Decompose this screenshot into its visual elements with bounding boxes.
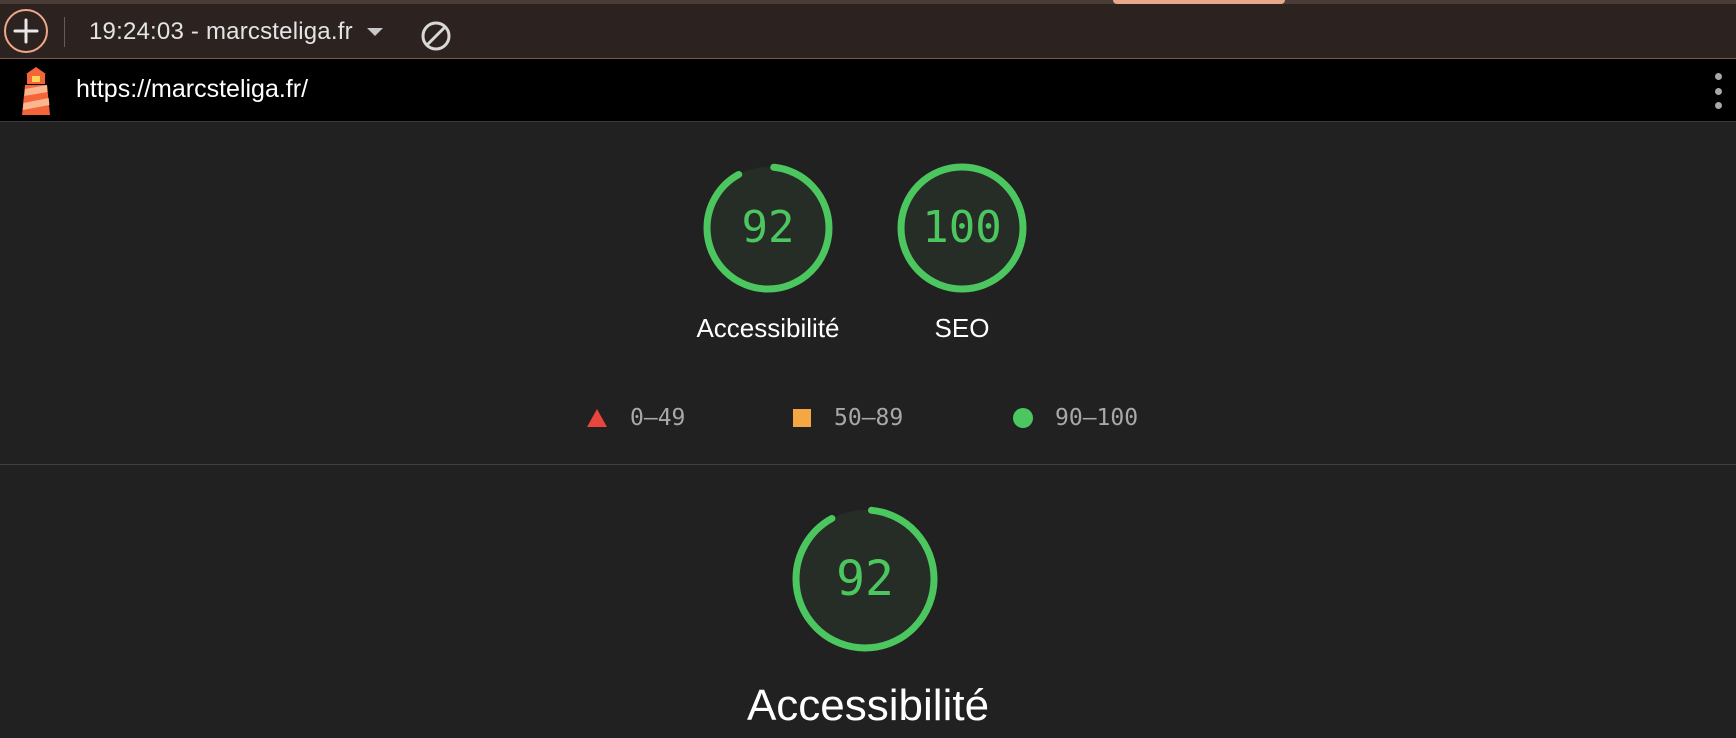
legend-fail: 0–49 <box>586 405 685 431</box>
legend-range: 0–49 <box>630 405 686 431</box>
report-selector-label: 19:24:03 - marcsteliga.fr <box>89 18 353 45</box>
lighthouse-logo-icon <box>22 67 50 115</box>
plus-icon <box>13 18 39 44</box>
legend-pass: 90–100 <box>1013 405 1138 431</box>
toolbar-accent-bar <box>1113 0 1285 4</box>
gauge-accessibility[interactable]: 92 Accessibilité <box>683 163 853 344</box>
score-legend: 0–49 50–89 90–100 <box>0 405 1736 435</box>
category-gauge: 92 <box>792 506 938 652</box>
triangle-icon <box>587 409 607 427</box>
legend-average: 50–89 <box>792 405 903 431</box>
legend-range: 50–89 <box>834 405 904 431</box>
gauge-label: Accessibilité <box>696 313 840 343</box>
new-report-button[interactable] <box>4 9 48 53</box>
square-icon <box>793 409 811 427</box>
report-url[interactable]: https://marcsteliga.fr/ <box>76 75 308 104</box>
report-toolbar: 19:24:03 - marcsteliga.fr <box>0 0 1736 59</box>
circle-icon <box>1013 408 1033 428</box>
report-selector-dropdown[interactable]: 19:24:03 - marcsteliga.fr <box>89 17 383 47</box>
gauge-ring: 100 <box>897 163 1027 293</box>
scores-summary: 92 Accessibilité 100 SEO 0–49 50–89 90–1… <box>0 123 1736 465</box>
category-title: Accessibilité <box>746 681 990 730</box>
gauge-score: 100 <box>922 202 1001 253</box>
gauge-seo[interactable]: 100 SEO <box>877 163 1047 344</box>
gauge-score: 92 <box>742 202 795 253</box>
chevron-down-icon <box>366 28 383 36</box>
url-bar: https://marcsteliga.fr/ <box>0 59 1736 122</box>
kebab-menu-icon[interactable] <box>1712 73 1724 109</box>
gauge-label: SEO <box>934 313 990 343</box>
legend-range: 90–100 <box>1055 405 1139 431</box>
category-score: 92 <box>836 551 894 607</box>
toolbar-separator <box>64 17 65 47</box>
gauge-ring: 92 <box>703 163 833 293</box>
no-entry-icon[interactable] <box>420 20 452 52</box>
category-accessibility: 92 Accessibilité <box>0 466 1736 738</box>
